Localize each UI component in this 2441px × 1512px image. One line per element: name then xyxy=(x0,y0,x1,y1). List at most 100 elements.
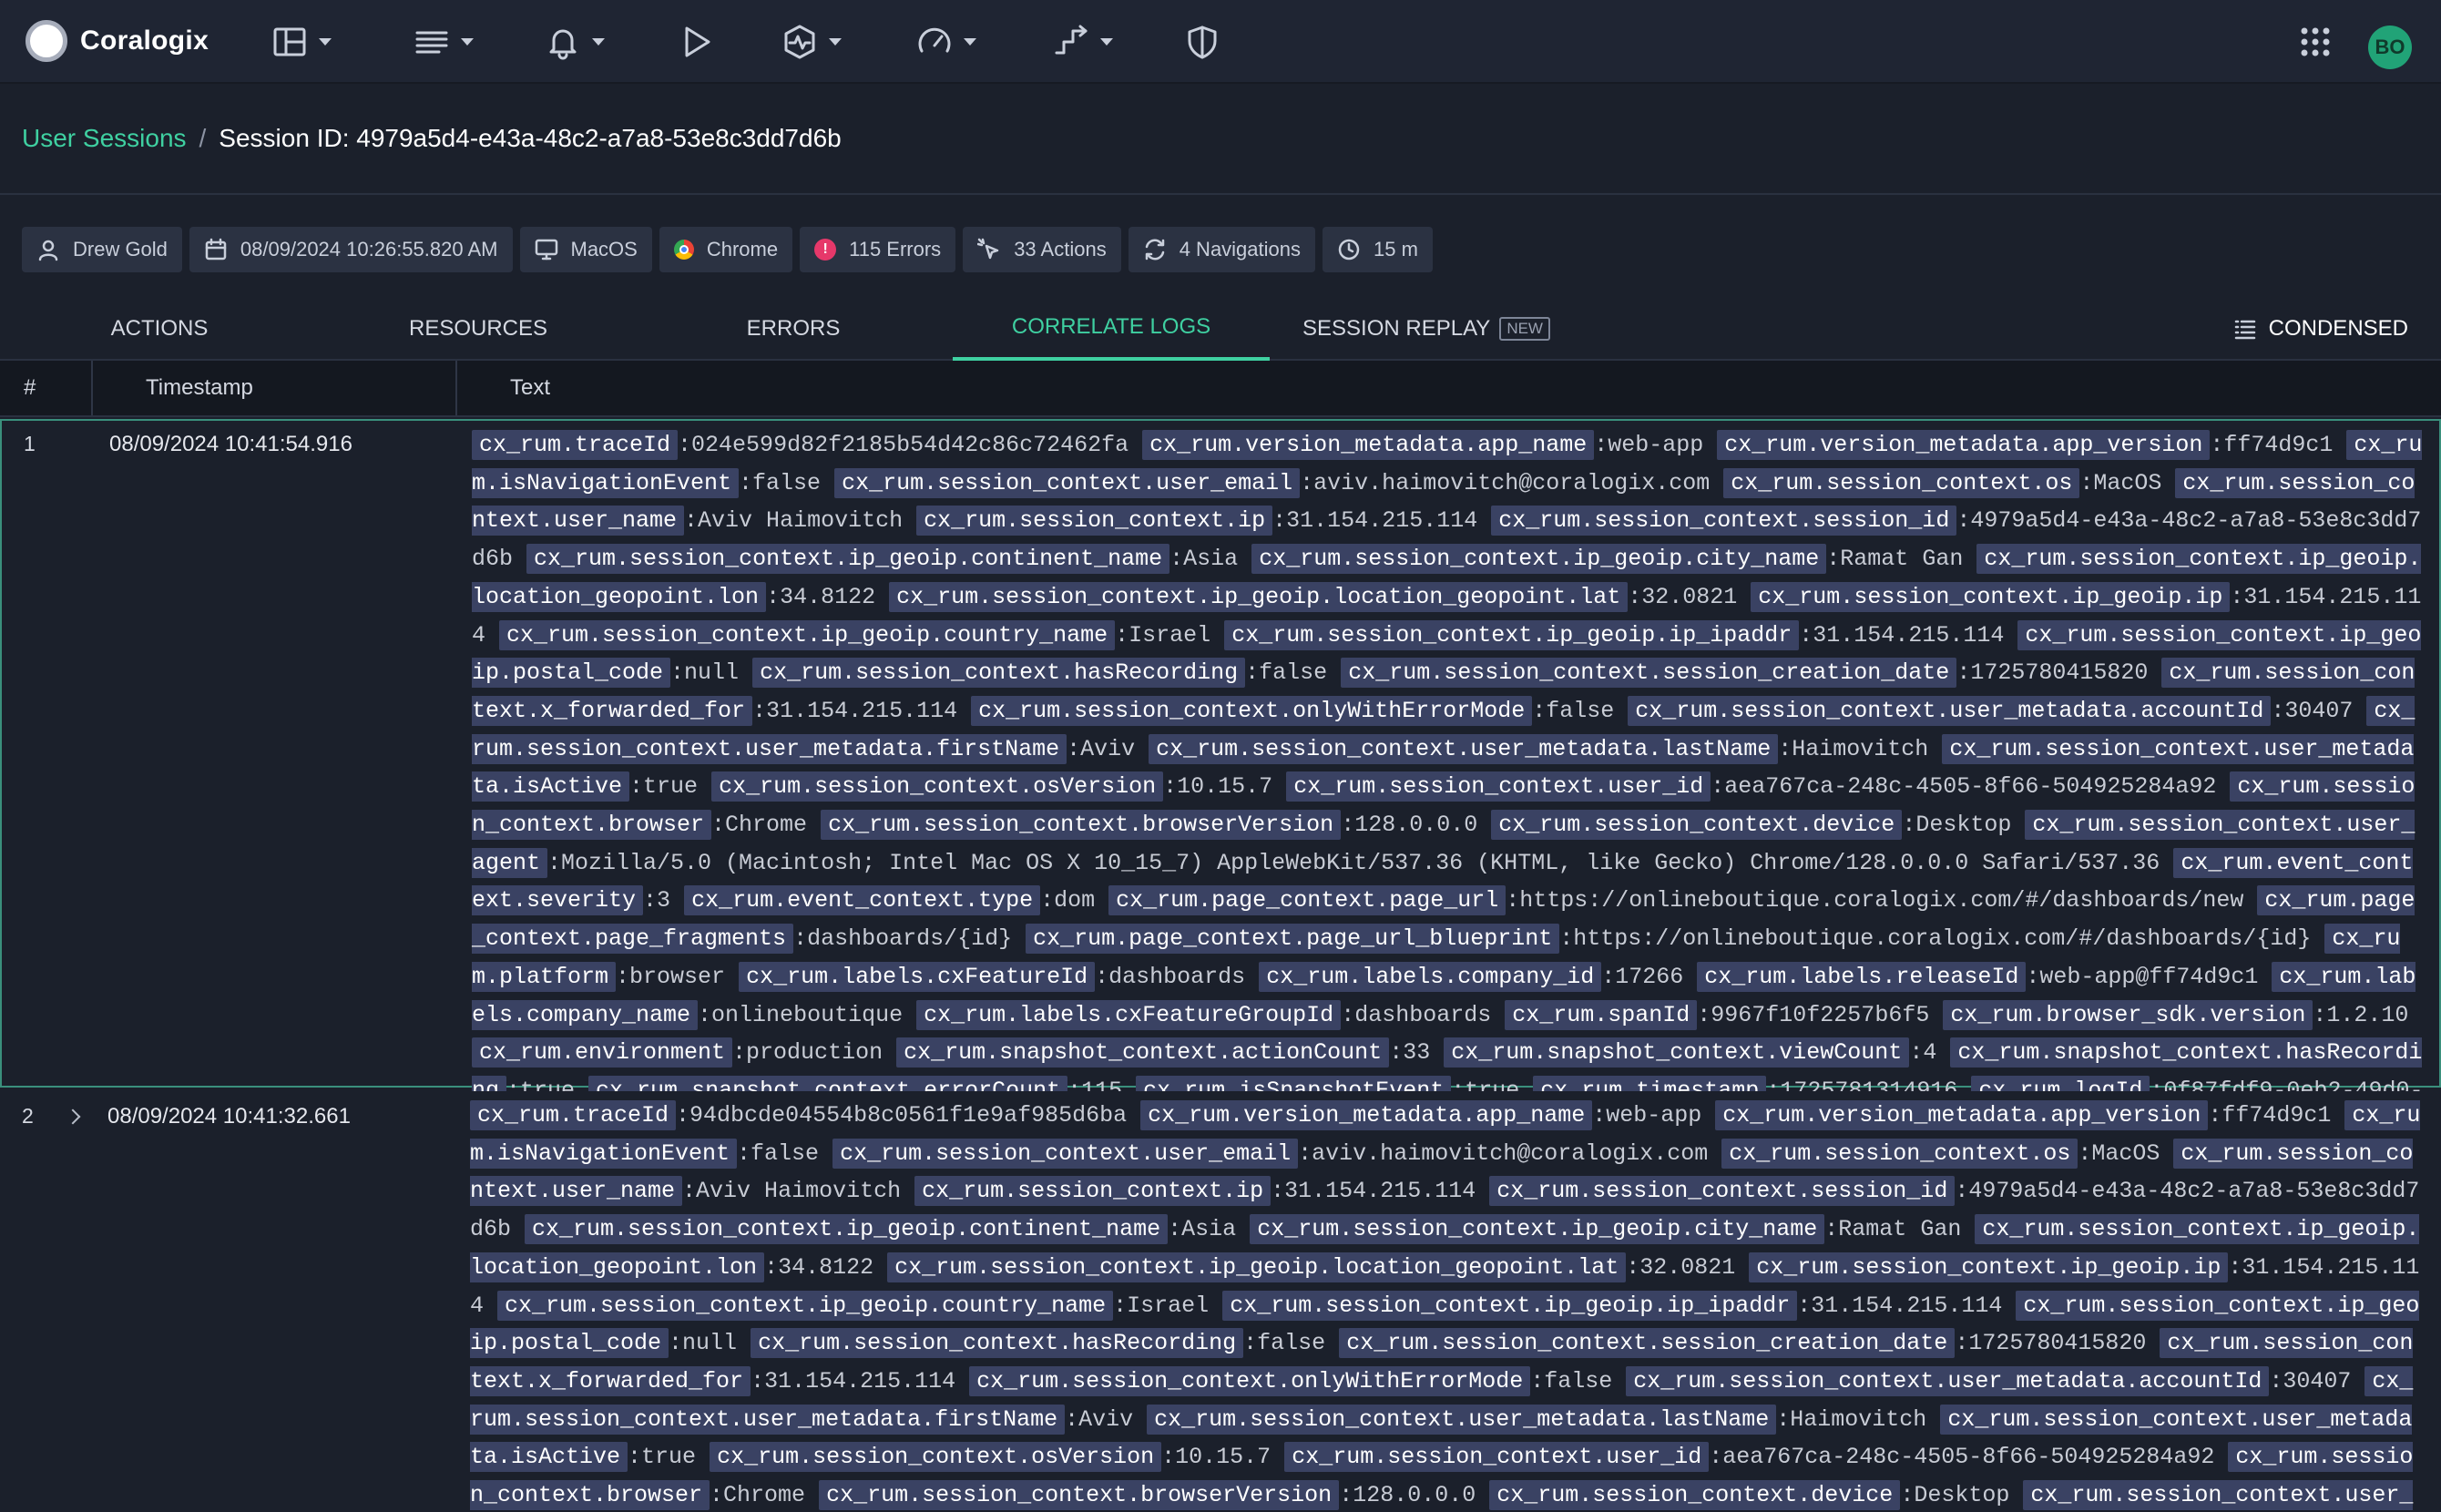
logs-menu[interactable] xyxy=(414,0,474,84)
flows-menu[interactable] xyxy=(1053,0,1113,84)
log-field-key[interactable]: cx_rum.session_context.ip_geoip.continen… xyxy=(526,544,1170,575)
dashboards-menu[interactable] xyxy=(271,0,332,84)
tab-session-replay[interactable]: SESSION REPLAY NEW xyxy=(1290,297,1563,361)
log-field-key[interactable]: cx_rum.session_context.ip_geoip.country_… xyxy=(499,619,1116,650)
log-field-key[interactable]: cx_rum.session_context.user_metadata.acc… xyxy=(1628,695,2272,726)
log-field-key[interactable]: cx_rum.session_context.user_id xyxy=(1286,771,1711,802)
log-field-key[interactable]: cx_rum.session_context.device xyxy=(1489,1480,1901,1511)
tab-resources[interactable]: RESOURCES xyxy=(383,297,574,361)
log-field-key[interactable]: cx_rum.session_context.ip_geoip.continen… xyxy=(525,1214,1169,1245)
log-field-key[interactable]: cx_rum.snapshot_context.actionCount xyxy=(896,1037,1390,1068)
log-field-key[interactable]: cx_rum.session_context.user_metadata.acc… xyxy=(1626,1365,2270,1396)
log-field-key[interactable]: cx_rum.browser_sdk.version xyxy=(1943,999,2313,1030)
log-field-value: :1725780415820 xyxy=(1956,659,2149,687)
log-field-key[interactable]: cx_rum.session_context.ip xyxy=(916,506,1273,536)
log-field-key[interactable]: cx_rum.session_context.osVersion xyxy=(711,771,1164,802)
log-field-key[interactable]: cx_rum.session_context.user_id xyxy=(1284,1442,1710,1473)
log-field-value: :94dbcde04554b8c0561f1e9af985d6ba xyxy=(676,1102,1128,1129)
log-field-key[interactable]: cx_rum.traceId xyxy=(470,1100,677,1130)
tab-correlate-logs[interactable]: CORRELATE LOGS xyxy=(953,297,1270,361)
avatar[interactable]: BO xyxy=(2368,26,2412,69)
log-field-key[interactable]: cx_rum.session_context.ip_geoip.ip xyxy=(1749,1251,2229,1282)
log-text: cx_rum.traceId:94dbcde04554b8c0561f1e9af… xyxy=(470,1097,2425,1512)
log-field-key[interactable]: cx_rum.session_context.ip_geoip.city_nam… xyxy=(1251,544,1827,575)
log-field-key[interactable]: cx_rum.version_metadata.app_name xyxy=(1142,430,1595,460)
log-field-key[interactable]: cx_rum.session_context.session_creation_… xyxy=(1339,1328,1956,1359)
tab-errors[interactable]: ERRORS xyxy=(698,297,889,361)
log-field-key[interactable]: cx_rum.labels.releaseId xyxy=(1697,961,2027,992)
expand-chevron-icon[interactable] xyxy=(65,1108,81,1125)
play-button[interactable] xyxy=(678,0,714,84)
log-field-key[interactable]: cx_rum.session_context.ip_geoip.city_nam… xyxy=(1250,1214,1825,1245)
os-chip: MacOS xyxy=(519,227,652,272)
column-header-text[interactable]: Text xyxy=(510,361,550,415)
condensed-toggle[interactable]: CONDENSED xyxy=(2234,297,2408,361)
breadcrumb-bar: User Sessions / Session ID: 4979a5d4-e43… xyxy=(0,84,2441,195)
log-field-key[interactable]: cx_rum.session_context.browserVersion xyxy=(819,1480,1340,1511)
log-field-key[interactable]: cx_rum.snapshot_context.viewCount xyxy=(1444,1037,1910,1068)
log-field-key[interactable]: cx_rum.labels.cxFeatureId xyxy=(739,961,1096,992)
log-field-key[interactable]: cx_rum.session_context.os xyxy=(1721,1138,2078,1169)
log-field-key[interactable]: cx_rum.session_context.user_metadata.las… xyxy=(1147,1404,1777,1435)
errors-chip[interactable]: ! 115 Errors xyxy=(800,227,956,272)
log-field-value: :aea767ca-248c-4505-8f66-504925284a92 xyxy=(1709,1444,2215,1471)
table-row[interactable]: 2 08/09/2024 10:41:32.661 cx_rum.traceId… xyxy=(0,1091,2441,1512)
log-field-key[interactable]: cx_rum.session_context.onlyWithErrorMode xyxy=(971,695,1533,726)
log-field-key[interactable]: cx_rum.session_context.browserVersion xyxy=(821,810,1342,841)
log-field-key[interactable]: cx_rum.labels.company_id xyxy=(1259,961,1602,992)
row-number: 1 xyxy=(24,432,36,455)
log-field-value: :128.0.0.0 xyxy=(1341,812,1478,839)
log-field-key[interactable]: cx_rum.session_context.ip_geoip.location… xyxy=(887,1251,1627,1282)
log-field-key[interactable]: cx_rum.session_context.osVersion xyxy=(710,1442,1162,1473)
log-field-key[interactable]: cx_rum.event_context.type xyxy=(684,885,1041,916)
navigations-chip[interactable]: 4 Navigations xyxy=(1128,227,1316,272)
log-field-value: :false xyxy=(1245,659,1328,687)
log-field-key[interactable]: cx_rum.session_context.user_email xyxy=(832,1138,1299,1169)
table-row[interactable]: 1 08/09/2024 10:41:54.916 cx_rum.traceId… xyxy=(0,419,2441,1142)
flows-icon xyxy=(1055,25,1088,55)
alerts-menu[interactable] xyxy=(545,0,605,84)
log-field-value: :Aviv Haimovitch xyxy=(682,1178,902,1205)
breadcrumb-user-sessions-link[interactable]: User Sessions xyxy=(22,124,187,153)
log-field-key[interactable]: cx_rum.traceId xyxy=(472,430,679,460)
log-field-key[interactable]: cx_rum.session_context.ip_geoip.ip_ipadd… xyxy=(1224,619,1800,650)
log-field-key[interactable]: cx_rum.session_context.session_id xyxy=(1491,506,1957,536)
log-field-key[interactable]: cx_rum.session_context.session_creation_… xyxy=(1341,658,1957,689)
app-name: Coralogix xyxy=(80,26,209,56)
log-field-key[interactable]: cx_rum.session_context.ip_geoip.ip xyxy=(1751,581,2231,612)
log-field-key[interactable]: cx_rum.session_context.device xyxy=(1491,810,1903,841)
column-header-timestamp[interactable]: Timestamp xyxy=(146,361,253,415)
log-field-key[interactable]: cx_rum.spanId xyxy=(1505,999,1698,1030)
integrations-menu[interactable] xyxy=(781,0,842,84)
chevron-down-icon xyxy=(319,38,332,46)
log-field-key[interactable]: cx_rum.session_context.ip_geoip.location… xyxy=(889,581,1629,612)
log-field-key[interactable]: cx_rum.session_context.ip_geoip.ip_ipadd… xyxy=(1222,1290,1798,1321)
log-field-key[interactable]: cx_rum.session_context.hasRecording xyxy=(751,1328,1244,1359)
log-field-key[interactable]: cx_rum.session_context.ip xyxy=(914,1176,1272,1207)
log-field-key[interactable]: cx_rum.session_context.ip_geoip.country_… xyxy=(497,1290,1114,1321)
monitoring-menu[interactable] xyxy=(916,0,976,84)
log-field-value: :30407 xyxy=(2271,697,2354,724)
log-field-key[interactable]: cx_rum.session_context.session_id xyxy=(1489,1176,1956,1207)
log-field-key[interactable]: cx_rum.session_context.user_metadata.las… xyxy=(1149,733,1779,764)
log-field-key[interactable]: cx_rum.page_context.page_url_blueprint xyxy=(1026,924,1560,955)
log-field-value: :31.154.215.114 xyxy=(1272,507,1478,535)
log-field-key[interactable]: cx_rum.session_context.os xyxy=(1723,467,2080,498)
log-field-key[interactable]: cx_rum.session_context.user_email xyxy=(834,467,1301,498)
log-field-key[interactable]: cx_rum.environment xyxy=(472,1037,733,1068)
log-field-key[interactable]: cx_rum.version_metadata.app_version xyxy=(1715,1100,2209,1130)
chevron-down-icon xyxy=(829,38,842,46)
apps-grid-button[interactable] xyxy=(2297,0,2334,84)
log-field-key[interactable]: cx_rum.session_context.onlyWithErrorMode xyxy=(969,1365,1531,1396)
log-field-key[interactable]: cx_rum.version_metadata.app_version xyxy=(1717,430,2211,460)
log-field-key[interactable]: cx_rum.version_metadata.app_name xyxy=(1140,1100,1593,1130)
log-field-value: :128.0.0.0 xyxy=(1339,1482,1476,1509)
click-icon xyxy=(977,238,999,260)
logo[interactable]: Coralogix xyxy=(26,20,209,62)
log-field-key[interactable]: cx_rum.page_context.page_url xyxy=(1108,885,1506,916)
log-field-key[interactable]: cx_rum.labels.cxFeatureGroupId xyxy=(916,999,1342,1030)
actions-chip[interactable]: 33 Actions xyxy=(963,227,1121,272)
tab-actions[interactable]: ACTIONS xyxy=(64,297,255,361)
security-button[interactable] xyxy=(1184,0,1220,84)
log-field-key[interactable]: cx_rum.session_context.hasRecording xyxy=(752,658,1246,689)
